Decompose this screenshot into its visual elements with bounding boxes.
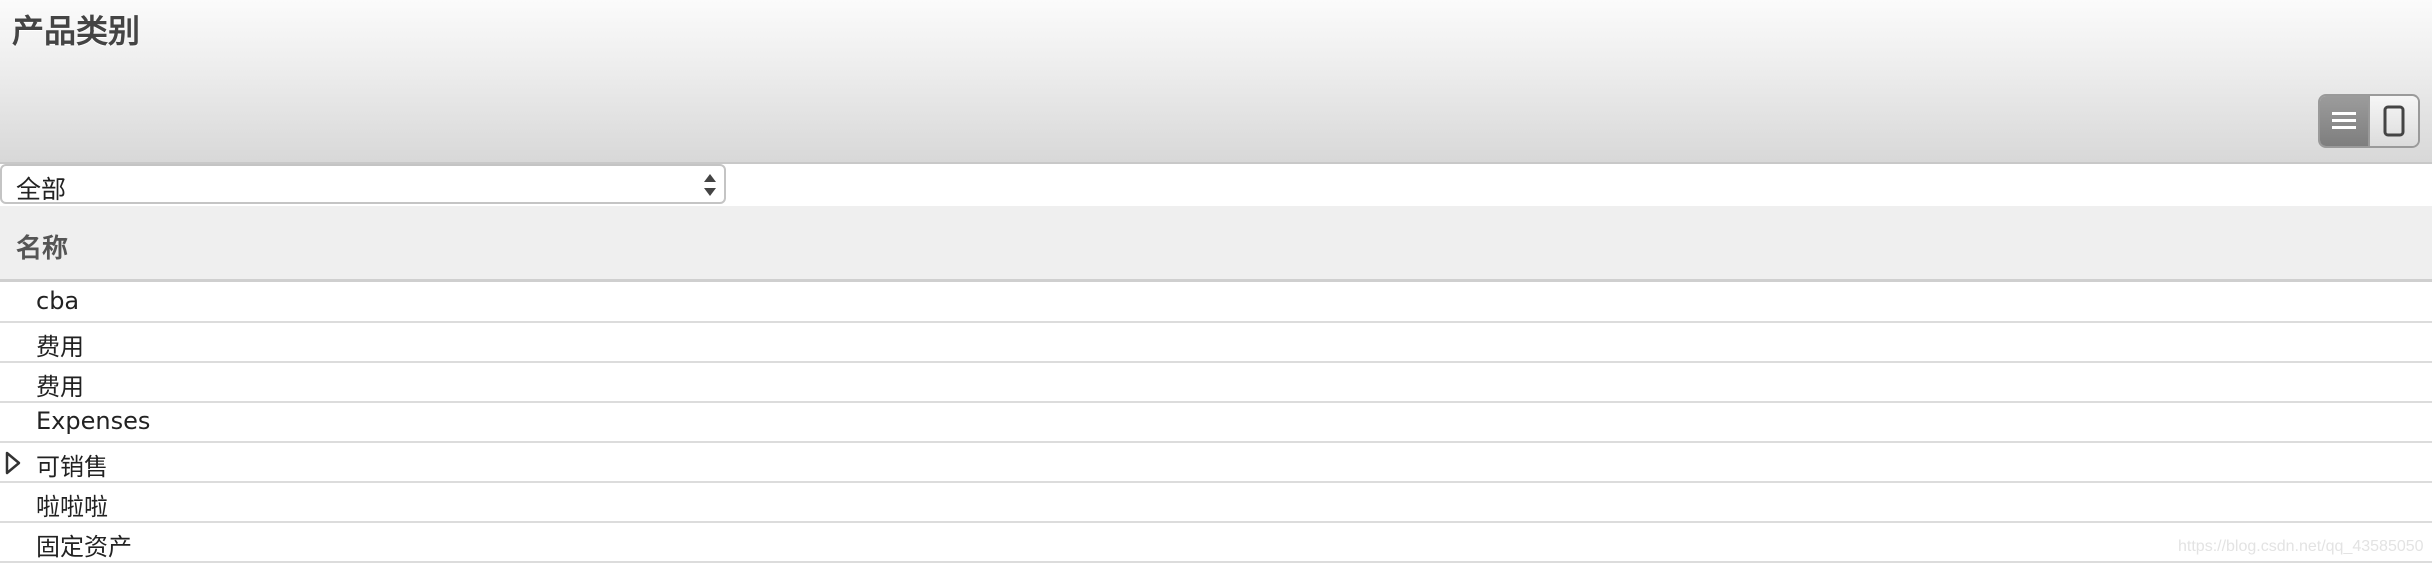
list-view-icon: [2332, 112, 2356, 129]
column-header-name: 名称: [16, 234, 69, 264]
row-label: 费用: [36, 333, 84, 361]
row-label: Expenses: [36, 407, 151, 435]
table-row[interactable]: 可销售: [0, 443, 2432, 483]
table-column-header[interactable]: 名称: [0, 206, 2432, 282]
row-label: cba: [36, 287, 80, 315]
category-list: cba 费用 费用 Expenses 可销售 啦啦啦 固定资产: [0, 283, 2432, 563]
row-label: 可销售: [36, 453, 108, 481]
row-label: 固定资产: [36, 533, 132, 561]
table-row[interactable]: 固定资产: [0, 523, 2432, 563]
list-view-button[interactable]: [2320, 96, 2368, 146]
category-filter-select[interactable]: 全部: [0, 164, 726, 204]
table-row[interactable]: Expenses: [0, 403, 2432, 443]
row-label: 费用: [36, 373, 84, 401]
form-view-icon: [2383, 105, 2405, 137]
watermark-text: https://blog.csdn.net/qq_43585050: [2178, 538, 2424, 555]
page-title: 产品类别: [12, 12, 141, 50]
row-label: 啦啦啦: [36, 493, 108, 521]
table-row[interactable]: 费用: [0, 363, 2432, 403]
filter-selected-value: 全部: [16, 175, 67, 204]
table-row[interactable]: cba: [0, 283, 2432, 323]
header-bar: 产品类别: [0, 0, 2432, 164]
form-view-button[interactable]: [2368, 96, 2418, 146]
table-row[interactable]: 啦啦啦: [0, 483, 2432, 523]
table-row[interactable]: 费用: [0, 323, 2432, 363]
updown-arrows-icon: [704, 174, 716, 196]
expand-triangle-icon[interactable]: [4, 451, 22, 475]
view-toggle: [2318, 94, 2420, 148]
